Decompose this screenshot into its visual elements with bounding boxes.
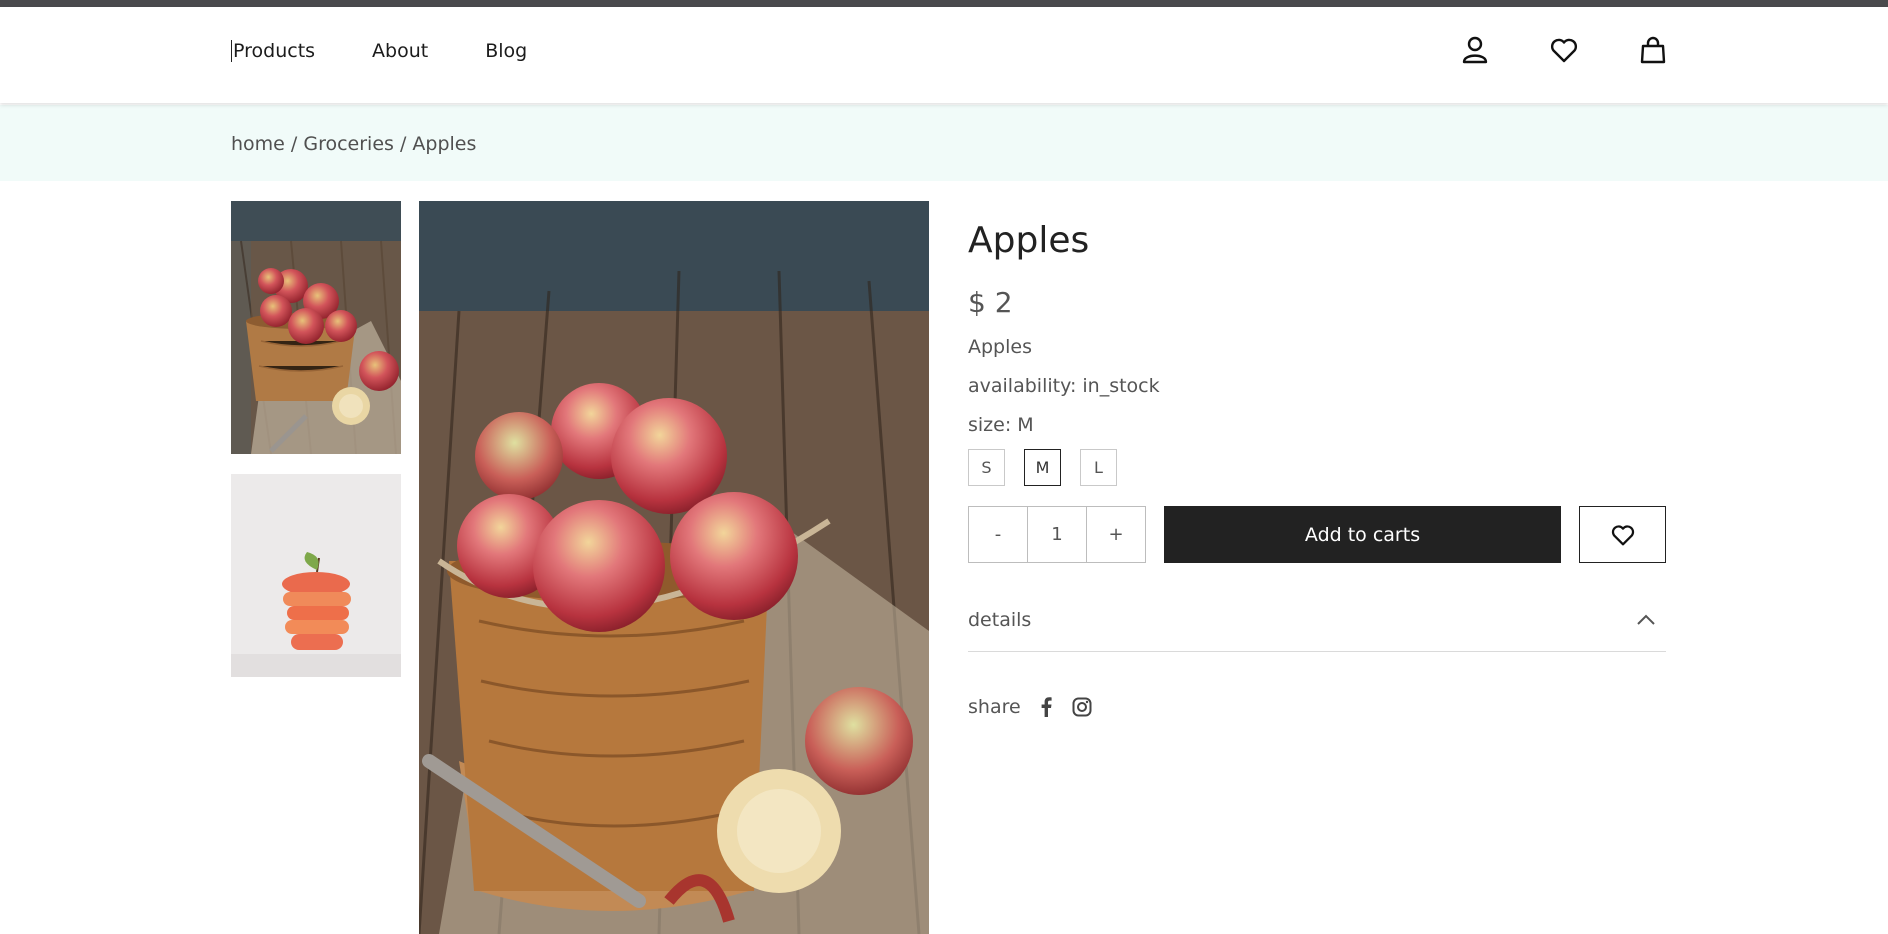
product-availability: availability: in_stock <box>968 375 1160 397</box>
quantity-increment-button[interactable]: + <box>1087 507 1145 562</box>
size-options: S M L <box>968 449 1117 486</box>
breadcrumb-groceries[interactable]: Groceries <box>303 133 394 155</box>
quantity-stepper: - 1 + <box>968 506 1146 563</box>
quantity-decrement-button[interactable]: - <box>969 507 1027 562</box>
details-accordion-header[interactable]: details <box>968 606 1666 652</box>
product-price: $ 2 <box>968 286 1013 319</box>
chevron-up-icon <box>1637 614 1655 625</box>
main-product-image <box>419 201 929 934</box>
heart-icon[interactable] <box>1549 35 1579 65</box>
nav-link-about[interactable]: About <box>372 40 428 62</box>
user-icon[interactable] <box>1460 35 1490 65</box>
thumbnail-apples-bucket[interactable] <box>231 201 401 454</box>
nav-link-blog[interactable]: Blog <box>485 40 527 62</box>
product-title: Apples <box>968 220 1090 261</box>
size-option-m[interactable]: M <box>1024 449 1061 486</box>
breadcrumb-separator: / <box>393 133 413 155</box>
breadcrumb-home[interactable]: home <box>231 133 285 155</box>
breadcrumb: home / Groceries / Apples <box>231 133 476 155</box>
share-row: share <box>968 696 1093 718</box>
share-label: share <box>968 696 1021 718</box>
size-option-s[interactable]: S <box>968 449 1005 486</box>
details-label: details <box>968 609 1032 631</box>
heart-icon <box>1611 524 1634 545</box>
nav-icons <box>1460 35 1668 65</box>
breadcrumb-separator: / <box>284 133 304 155</box>
instagram-icon[interactable] <box>1071 696 1093 718</box>
selected-size-label: size: M <box>968 414 1034 436</box>
shopping-bag-icon[interactable] <box>1638 35 1668 65</box>
facebook-icon[interactable] <box>1035 696 1057 718</box>
browser-top-strip <box>0 0 1888 7</box>
breadcrumb-bar: home / Groceries / Apples <box>0 105 1888 181</box>
add-to-cart-button[interactable]: Add to carts <box>1164 506 1561 563</box>
product-description: Apples <box>968 336 1032 358</box>
top-navbar: Products About Blog <box>0 7 1888 103</box>
breadcrumb-current: Apples <box>412 133 477 155</box>
quantity-value[interactable]: 1 <box>1027 507 1087 562</box>
thumbnail-sliced-apple[interactable] <box>231 474 401 677</box>
size-option-l[interactable]: L <box>1080 449 1117 486</box>
add-to-wishlist-button[interactable] <box>1579 506 1666 563</box>
main-nav: Products About Blog <box>231 40 527 62</box>
product-info: Apples $ 2 Apples availability: in_stock… <box>968 220 1666 718</box>
nav-link-products[interactable]: Products <box>231 40 315 62</box>
